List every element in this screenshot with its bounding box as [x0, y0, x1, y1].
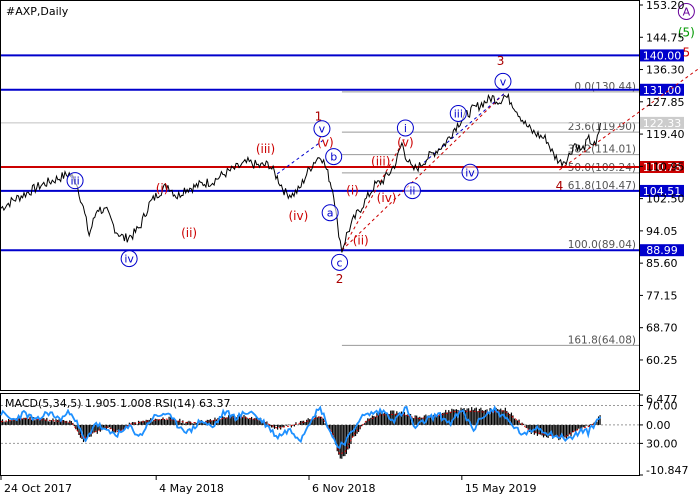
- indicator-y-axis: 6.47770.000.0030.00-10.847: [639, 393, 688, 477]
- wave-label-20: a: [327, 207, 334, 220]
- y-tick-label-11: 60.25: [646, 354, 678, 367]
- wave-label-10: 4: [556, 179, 564, 193]
- y-tick-label-4: 119.40: [646, 128, 685, 141]
- wave-label-21: (iv): [289, 209, 309, 223]
- y-tick-label-10: 68.70: [646, 322, 678, 335]
- x-tick-label-0: 24 Oct 2017: [4, 482, 72, 495]
- ind-tick-label-3: 30.00: [646, 437, 678, 450]
- x-tick-label-3: 15 May 2019: [465, 482, 537, 495]
- level-tag-4: 88.99: [646, 244, 678, 257]
- chart-title: #AXP,Daily: [6, 5, 69, 18]
- wave-label-8: (iii): [371, 155, 390, 169]
- wave-label-24: iii: [70, 175, 79, 188]
- y-tick-label-3: 127.85: [646, 96, 685, 109]
- y-tick-label-9: 77.15: [646, 289, 678, 302]
- wave-label-11: (iv): [377, 191, 397, 205]
- wave-label-13: (ii): [353, 234, 369, 248]
- x-tick-label-2: 6 Nov 2018: [312, 482, 375, 495]
- y-tick-label-2: 136.30: [646, 64, 685, 77]
- wave-label-3: 3: [497, 54, 505, 68]
- wave-label-16: v: [319, 123, 326, 136]
- x-tick-label-1: 4 May 2018: [159, 482, 224, 495]
- ind-tick-label-2: 0.00: [646, 419, 671, 432]
- wave-label-26: (ii): [181, 226, 197, 240]
- y-tick-label-1: 144.75: [646, 31, 685, 44]
- wave-label-2: 5: [683, 45, 691, 59]
- wave-label-12: ii: [409, 185, 415, 198]
- wave-label-5: iii: [454, 107, 463, 120]
- wave-label-19: (iii): [256, 142, 275, 156]
- wave-label-14: (i): [346, 184, 359, 198]
- y-tick-label-6: 102.50: [646, 193, 685, 206]
- wave-label-27: iv: [124, 253, 134, 266]
- wave-label-6: i: [404, 122, 407, 135]
- y-tick-label-0: 153.20: [646, 0, 685, 12]
- price-panel-frame: [0, 0, 640, 391]
- ind-tick-label-4: -10.847: [646, 464, 688, 477]
- elliott-wave-chart[interactable]: 0.0(130.44)23.6(119.90)38.2(114.01)50.0(…: [0, 0, 700, 500]
- y-tick-label-8: 85.60: [646, 257, 678, 270]
- wave-label-22: c: [337, 256, 343, 269]
- indicator-label: MACD(5,34,5) 1.905 1.008 RSI(14) 63.37: [5, 397, 230, 410]
- level-tag-0: 140.00: [643, 49, 682, 62]
- wave-label-18: b: [330, 151, 337, 164]
- y-tick-label-5: 110.95: [646, 160, 685, 173]
- wave-label-25: (i): [156, 181, 169, 195]
- wave-label-4: v: [500, 75, 507, 88]
- wave-label-17: (v): [317, 135, 333, 149]
- ind-tick-label-1: 70.00: [646, 400, 678, 413]
- date-x-axis: 24 Oct 2017 4 May 2018 6 Nov 2018 15 May 20…: [0, 475, 537, 495]
- y-tick-label-7: 94.05: [646, 225, 678, 238]
- wave-label-23: 2: [336, 272, 344, 286]
- wave-label-9: iv: [465, 166, 475, 179]
- wave-label-7: (v): [397, 135, 413, 149]
- fib-label-6: 161.8(64.08): [568, 334, 636, 346]
- fib-label-0: 0.0(130.44): [574, 81, 636, 93]
